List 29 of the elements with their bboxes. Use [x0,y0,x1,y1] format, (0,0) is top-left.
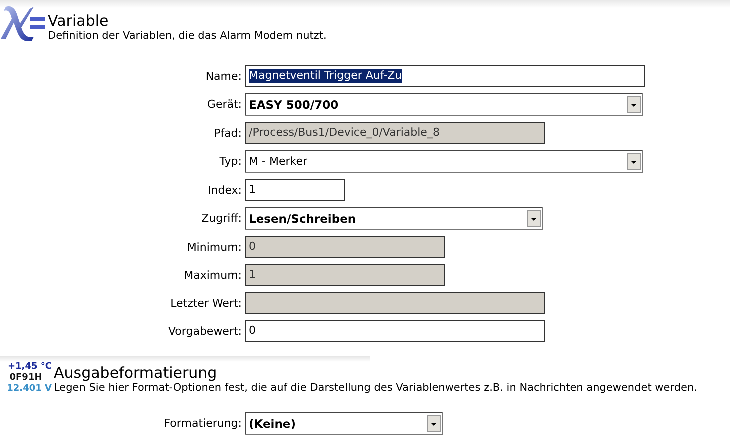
field-label: Letzter Wert: [170,296,242,310]
field-label: Name: [204,70,242,82]
field-label: Index: [207,184,242,196]
readout-line: +1,45 °C [7,362,52,373]
input-field[interactable]: 1 [245,179,345,201]
field-label: Vorgabewert: [167,324,242,338]
readonly-field[interactable]: 1 [245,264,445,286]
dropdown[interactable]: Lesen/Schreiben [245,207,543,230]
readonly-field[interactable]: /Process/Bus1/Device_0/Variable_8 [245,122,545,144]
field-label: Minimum: [186,240,242,254]
field-label: Gerät: [206,98,242,111]
field-label: Pfad: [213,126,242,140]
input-field[interactable]: 0 [245,320,545,342]
section-title: Variable [48,13,110,29]
field-label: Formatierung: [163,417,242,430]
readonly-field[interactable] [245,292,545,314]
dropdown[interactable]: EASY 500/700 [245,93,643,116]
readout-line: 0F91H [8,373,44,384]
dropdown[interactable]: M - Merker [245,150,643,173]
section-description: Legen Sie hier Format-Optionen fest, die auf die Darstellung des Variablenwertes z.B. in Nachrichten angewendet werden. [54,382,698,395]
input-field[interactable]: Magnetventil Trigger Auf-Zu [245,65,645,87]
field-label: Typ: [218,155,242,168]
section-title: Ausgabeformatierung [54,365,218,381]
field-label: Zugriff: [200,212,242,225]
section-description: Definition der Variablen, die das Alarm Modem nutzt. [48,29,327,43]
readout-line: 12.401 V [6,384,52,395]
dropdown[interactable]: (Keine) [245,412,443,435]
readonly-field[interactable]: 0 [245,236,445,258]
field-label: Maximum: [183,268,242,282]
